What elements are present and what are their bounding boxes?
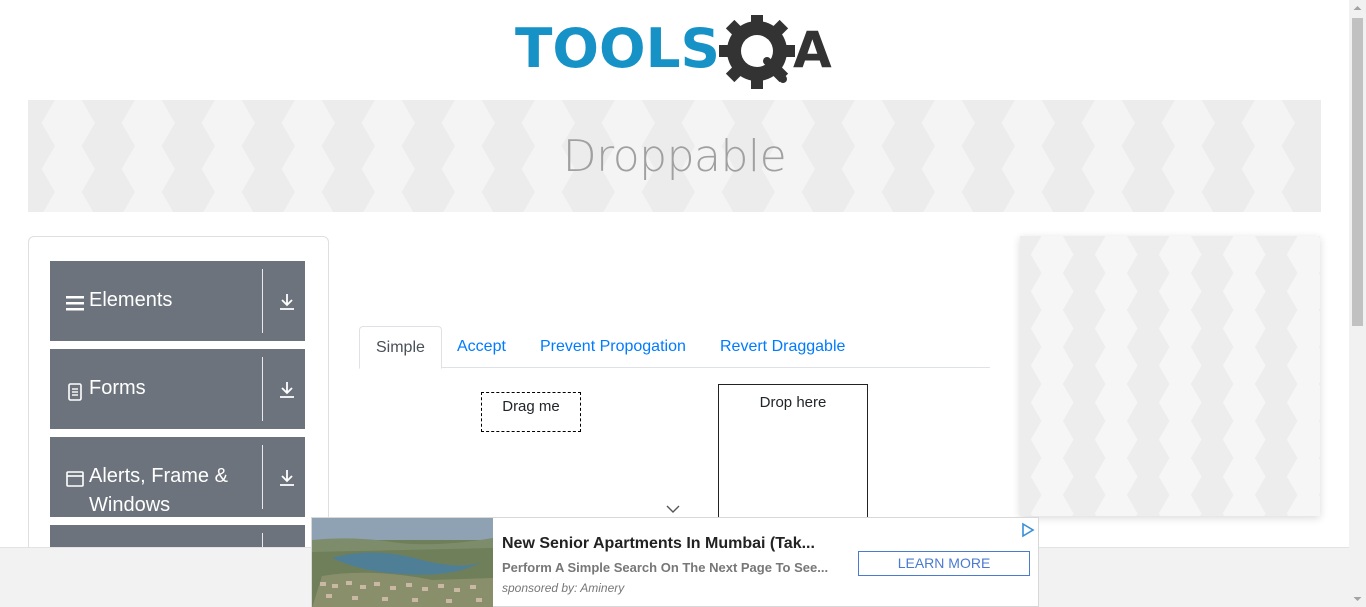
tab-simple[interactable]: Simple [359,326,442,369]
download-icon[interactable] [278,469,296,487]
draggable-box[interactable]: Drag me [481,392,581,432]
hamburger-icon [66,296,84,311]
droppable-tabs: Simple Accept Prevent Propogation Revert… [359,326,990,369]
logo-qa-text: A [793,21,832,79]
sidebar-group-label: Alerts, Frame & [89,465,228,487]
sidebar-group-label: Forms [89,377,146,399]
sidebar-divider [262,269,263,333]
scrollbar-thumb[interactable] [1352,18,1363,326]
tab-accept[interactable]: Accept [441,326,522,368]
page-title: Droppable [562,130,787,182]
sidebar-group-alerts-frame-windows[interactable]: Alerts, Frame & Windows [50,437,305,517]
logo-tools-text: TOOLS [515,17,720,80]
right-ad-panel [1020,236,1320,516]
gear-icon [719,15,795,89]
ad-title[interactable]: New Senior Apartments In Mumbai (Tak... [502,535,815,553]
sidebar-divider [262,445,263,509]
adchoices-icon[interactable] [1020,522,1036,538]
learn-more-button[interactable]: LEARN MORE [858,551,1030,576]
site-header: TOOLS A [0,0,1350,100]
sidebar-group-elements[interactable]: Elements [50,261,305,341]
tab-prevent-propogation[interactable]: Prevent Propogation [524,326,702,368]
sidebar-group-label: Elements [89,289,173,311]
ad-description[interactable]: Perform A Simple Search On The Next Page… [502,560,828,575]
toolsqa-logo[interactable]: TOOLS A [515,15,840,91]
ad-sponsor: sponsored by: Aminery [502,581,625,595]
left-sidebar: Elements Forms Alerts, Frame & Windows [28,236,329,566]
tab-revert-draggable[interactable]: Revert Draggable [704,326,861,368]
download-icon[interactable] [278,381,296,399]
sidebar-group-forms[interactable]: Forms [50,349,305,429]
ad-image[interactable] [312,518,493,607]
download-icon[interactable] [278,293,296,311]
scroll-up-arrow-icon[interactable] [1349,0,1366,17]
document-icon [68,383,82,401]
droppable-box[interactable]: Drop here [718,384,868,534]
window-icon [66,471,84,487]
page-banner: Droppable [28,100,1321,212]
sponsored-ad[interactable]: New Senior Apartments In Mumbai (Tak... … [311,517,1039,607]
chevron-down-icon[interactable] [665,501,681,517]
sidebar-group-label: Windows [89,494,171,516]
sidebar-divider [262,357,263,421]
scroll-down-arrow-icon[interactable] [1349,590,1366,607]
